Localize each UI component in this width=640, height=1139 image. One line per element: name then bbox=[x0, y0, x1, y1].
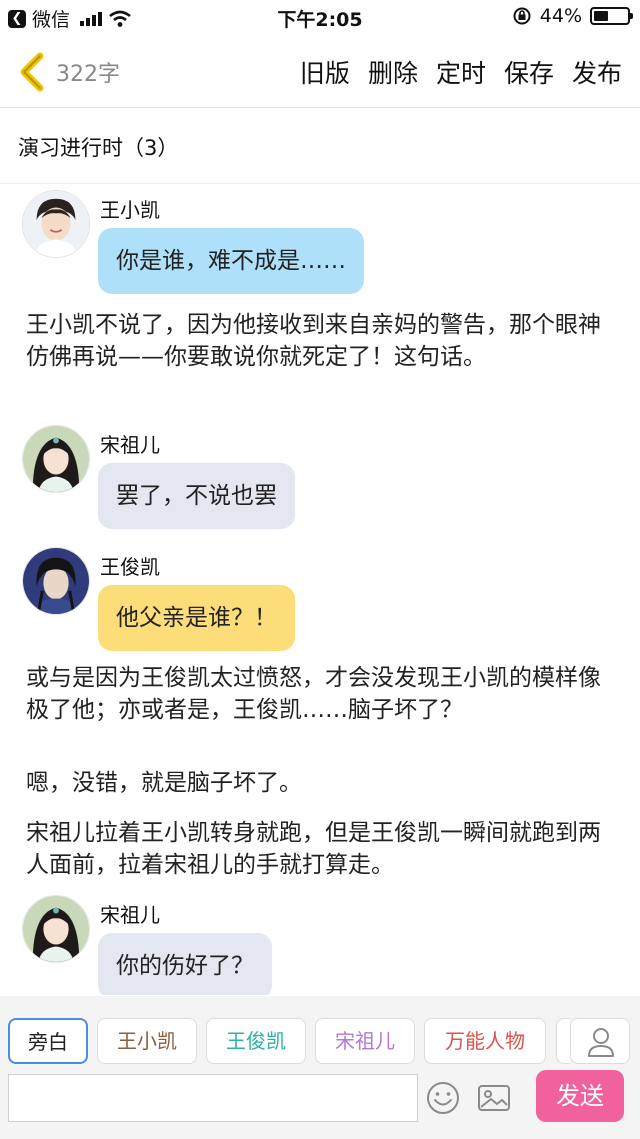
speaker-name: 宋祖儿 bbox=[100, 433, 160, 457]
avatar-wang-xiaokai bbox=[22, 190, 90, 258]
role-chip-overflow[interactable] bbox=[556, 1018, 570, 1064]
chapter-title[interactable]: 演习进行时（3） bbox=[18, 132, 178, 162]
avatar-song-zuer bbox=[22, 425, 90, 493]
speech-bubble[interactable]: 他父亲是谁？！ bbox=[98, 585, 295, 651]
role-chip-wang-junkai[interactable]: 王俊凯 bbox=[206, 1018, 306, 1064]
status-bar: ❮ 微信 下午2:05 44% bbox=[0, 0, 640, 36]
chevron-left-icon[interactable] bbox=[14, 52, 50, 92]
role-chip-song-zuer[interactable]: 宋祖儿 bbox=[315, 1018, 415, 1064]
narration-paragraph[interactable]: 宋祖儿拉着王小凯转身就跑，但是王俊凯一瞬间就跑到两人面前，拉着宋祖儿的手就打算走… bbox=[26, 817, 616, 881]
role-selector-bar: 旁白 王小凯 王俊凯 宋祖儿 万能人物 bbox=[0, 996, 640, 1066]
nav-actions: 旧版 删除 定时 保存 发布 bbox=[300, 54, 622, 90]
avatar-wang-junkai bbox=[22, 547, 90, 615]
speech-text: 他父亲是谁？！ bbox=[116, 605, 277, 631]
role-label: 万能人物 bbox=[445, 1029, 525, 1053]
narration-paragraph[interactable]: 或与是因为王俊凯太过愤怒，才会没发现王小凯的模样像极了他；亦或者是，王俊凯……脑… bbox=[26, 662, 616, 726]
speech-text: 你是谁，难不成是…… bbox=[116, 248, 346, 274]
status-right: 44% bbox=[512, 5, 633, 27]
word-count: 322字 bbox=[56, 62, 120, 87]
role-chip-narrator[interactable]: 旁白 bbox=[8, 1018, 88, 1064]
save-button[interactable]: 保存 bbox=[504, 54, 554, 90]
publish-button[interactable]: 发布 bbox=[572, 54, 622, 90]
rotation-lock-icon bbox=[513, 7, 531, 25]
battery-percent: 44% bbox=[539, 5, 582, 27]
message-input[interactable] bbox=[8, 1074, 418, 1122]
speaker-name: 宋祖儿 bbox=[100, 903, 160, 927]
avatar-song-zuer bbox=[22, 895, 90, 963]
speech-bubble[interactable]: 你是谁，难不成是…… bbox=[98, 228, 364, 294]
role-chip-wang-xiaokai[interactable]: 王小凯 bbox=[97, 1018, 197, 1064]
battery-icon bbox=[590, 7, 633, 25]
add-role-button[interactable] bbox=[570, 1018, 630, 1064]
role-chip-universal[interactable]: 万能人物 bbox=[424, 1018, 546, 1064]
story-content[interactable]: 王小凯 你是谁，难不成是…… 王小凯不说了，因为他接收到来自亲妈的警告，那个眼神… bbox=[0, 185, 640, 995]
battery-level bbox=[594, 11, 609, 21]
person-icon bbox=[588, 1028, 614, 1057]
role-label: 王小凯 bbox=[117, 1029, 177, 1053]
narration-paragraph[interactable]: 王小凯不说了，因为他接收到来自亲妈的警告，那个眼神仿佛再说——你要敢说你就死定了… bbox=[26, 309, 616, 373]
speaker-name: 王俊凯 bbox=[100, 555, 160, 579]
emoji-icon[interactable] bbox=[425, 1080, 461, 1116]
compose-bar: 发送 bbox=[0, 1066, 640, 1139]
speech-bubble[interactable]: 罢了，不说也罢 bbox=[98, 463, 295, 529]
role-label: 宋祖儿 bbox=[335, 1029, 395, 1053]
editor-nav-bar: 322字 旧版 删除 定时 保存 发布 bbox=[0, 36, 640, 108]
role-label: 王俊凯 bbox=[226, 1029, 286, 1053]
speaker-name: 王小凯 bbox=[100, 198, 160, 222]
delete-button[interactable]: 删除 bbox=[368, 54, 418, 90]
narration-paragraph[interactable]: 嗯，没错，就是脑子坏了。 bbox=[26, 767, 616, 799]
chapter-title-bar[interactable]: 演习进行时（3） bbox=[0, 108, 640, 184]
image-icon[interactable] bbox=[476, 1080, 512, 1116]
send-button[interactable]: 发送 bbox=[536, 1070, 624, 1122]
old-version-button[interactable]: 旧版 bbox=[300, 54, 350, 90]
schedule-button[interactable]: 定时 bbox=[436, 54, 486, 90]
speech-text: 你的伤好了？ bbox=[116, 953, 254, 979]
role-label: 旁白 bbox=[28, 1030, 68, 1054]
speech-bubble[interactable]: 你的伤好了？ bbox=[98, 933, 272, 995]
speech-text: 罢了，不说也罢 bbox=[116, 483, 277, 509]
